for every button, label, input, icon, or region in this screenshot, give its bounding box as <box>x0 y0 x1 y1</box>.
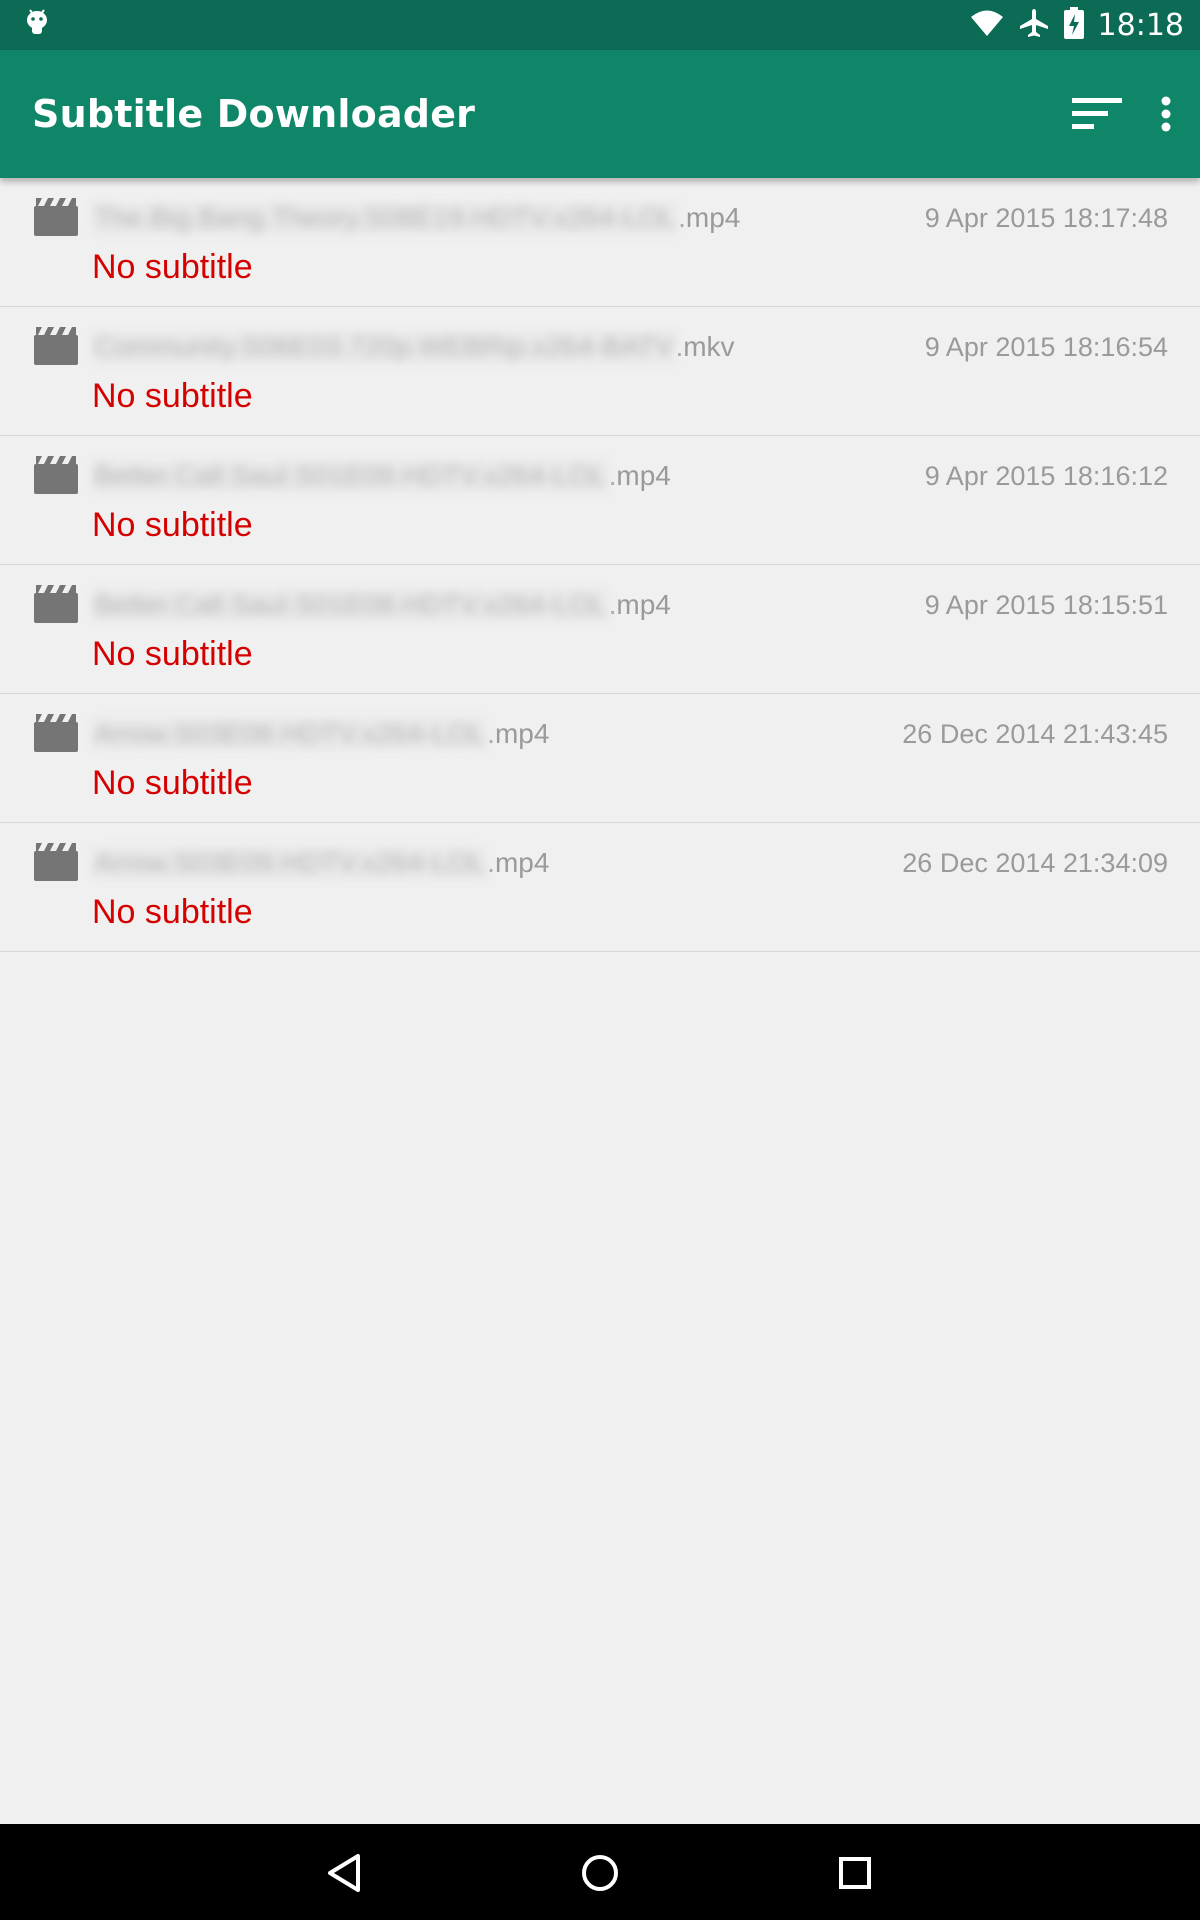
subtitle-status: No subtitle <box>92 764 253 802</box>
file-name-blurred: Arrow.S03E08.HDTV.x264-LOL <box>92 718 488 750</box>
file-date: 26 Dec 2014 21:34:09 <box>902 847 1168 878</box>
android-icon <box>24 6 50 45</box>
file-extension: .mp4 <box>678 202 741 233</box>
file-extension: .mkv <box>675 331 735 362</box>
file-date: 9 Apr 2015 18:16:54 <box>924 331 1168 362</box>
battery-charging-icon <box>1063 6 1084 44</box>
file-date: 9 Apr 2015 18:16:12 <box>924 460 1168 491</box>
subtitle-status: No subtitle <box>92 248 253 286</box>
back-icon[interactable] <box>320 1848 370 1898</box>
file-name: Arrow.S03E08.HDTV.x264-LOL .mp4 <box>92 716 549 752</box>
file-extension: .mp4 <box>608 460 671 491</box>
subtitle-status: No subtitle <box>92 377 253 415</box>
file-extension: .mp4 <box>487 847 550 878</box>
file-name-blurred: The.Big.Bang.Theory.S08E19.HDTV.x264-LOL <box>92 202 679 234</box>
list-item[interactable]: Better.Call.Saul.S01E08.HDTV.x264-LOL .mp… <box>0 565 1200 694</box>
sort-icon[interactable] <box>1072 96 1122 132</box>
movie-clapper-icon <box>34 714 78 752</box>
file-name-blurred: Arrow.S03E09.HDTV.x264-LOL <box>92 847 488 879</box>
app-title: Subtitle Downloader <box>32 92 476 136</box>
file-extension: .mp4 <box>487 718 550 749</box>
file-name-blurred: Better.Call.Saul.S01E08.HDTV.x264-LOL <box>92 589 609 621</box>
recents-icon[interactable] <box>830 1848 880 1898</box>
app-bar: Subtitle Downloader <box>0 50 1200 178</box>
file-name: Better.Call.Saul.S01E08.HDTV.x264-LOL .mp… <box>92 587 671 623</box>
list-item[interactable]: Community.S06E03.720p.WEBRip.x264-BATV .m… <box>0 307 1200 436</box>
overflow-menu-icon[interactable] <box>1160 96 1172 132</box>
home-icon[interactable] <box>575 1848 625 1898</box>
movie-clapper-icon <box>34 456 78 494</box>
list-item[interactable]: Better.Call.Saul.S01E09.HDTV.x264-LOL .mp… <box>0 436 1200 565</box>
subtitle-status: No subtitle <box>92 635 253 673</box>
file-name: Community.S06E03.720p.WEBRip.x264-BATV .m… <box>92 329 735 365</box>
subtitle-status: No subtitle <box>92 506 253 544</box>
file-date: 9 Apr 2015 18:17:48 <box>924 202 1168 233</box>
file-name: The.Big.Bang.Theory.S08E19.HDTV.x264-LOL… <box>92 200 740 236</box>
file-date: 26 Dec 2014 21:43:45 <box>902 718 1168 749</box>
list-item[interactable]: Arrow.S03E09.HDTV.x264-LOL .mp4 26 Dec 20… <box>0 823 1200 952</box>
file-name-blurred: Community.S06E03.720p.WEBRip.x264-BATV <box>92 331 676 363</box>
movie-clapper-icon <box>34 585 78 623</box>
file-date: 9 Apr 2015 18:15:51 <box>924 589 1168 620</box>
list-item[interactable]: The.Big.Bang.Theory.S08E19.HDTV.x264-LOL… <box>0 178 1200 307</box>
file-name: Better.Call.Saul.S01E09.HDTV.x264-LOL .mp… <box>92 458 671 494</box>
movie-clapper-icon <box>34 327 78 365</box>
file-name: Arrow.S03E09.HDTV.x264-LOL .mp4 <box>92 845 549 881</box>
list-item[interactable]: Arrow.S03E08.HDTV.x264-LOL .mp4 26 Dec 20… <box>0 694 1200 823</box>
wifi-icon <box>970 8 1004 43</box>
airplane-icon <box>1018 7 1050 44</box>
file-extension: .mp4 <box>608 589 671 620</box>
status-time: 18:18 <box>1097 7 1184 43</box>
movie-clapper-icon <box>34 198 78 236</box>
movie-clapper-icon <box>34 843 78 881</box>
navigation-bar <box>0 1824 1200 1920</box>
file-name-blurred: Better.Call.Saul.S01E09.HDTV.x264-LOL <box>92 460 609 492</box>
status-bar: 18:18 <box>0 0 1200 50</box>
subtitle-status: No subtitle <box>92 893 253 931</box>
file-list: The.Big.Bang.Theory.S08E19.HDTV.x264-LOL… <box>0 178 1200 952</box>
